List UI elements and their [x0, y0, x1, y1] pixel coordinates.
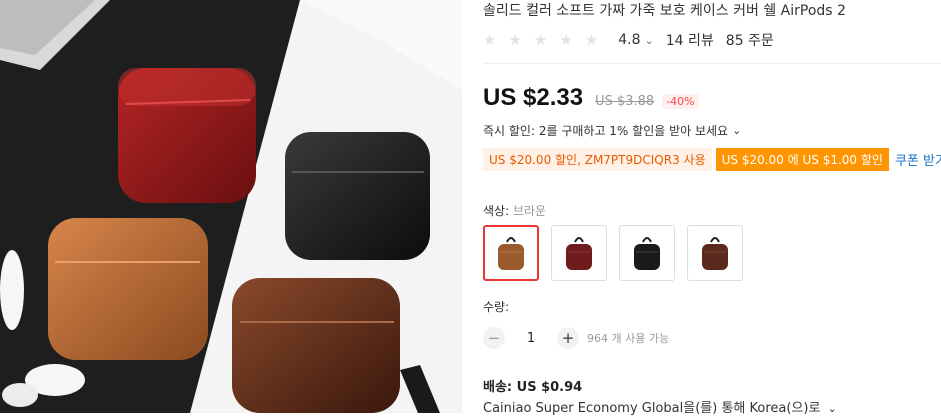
color-selected-value: 브라운	[512, 204, 547, 218]
case-thumbnail-icon	[634, 237, 660, 270]
product-photo-graphic	[0, 0, 462, 413]
available-quantity: 964 개 사용 가능	[587, 332, 670, 345]
star-icon: ★	[584, 31, 599, 49]
chevron-down-icon: ⌄	[732, 124, 742, 137]
coupon-row: US $20.00 할인, ZM7PT9DCIQR3 사용 US $20.00 …	[483, 148, 941, 171]
instant-discount[interactable]: 즉시 할인: 2를 구매하고 1% 할인을 받아 보세요 ⌄	[483, 122, 741, 139]
shipping-title: 배송: US $0.94	[483, 380, 583, 395]
star-icon: ★	[559, 31, 573, 49]
coupon-code-badge[interactable]: US $20.00 할인, ZM7PT9DCIQR3 사용	[483, 148, 712, 171]
product-info-panel: 솔리드 컬러 소프트 가짜 가죽 보호 케이스 커버 쉘 AirPods 2 ★…	[483, 0, 941, 416]
color-swatch-dark-brown[interactable]	[687, 225, 743, 281]
star-icon: ★	[483, 31, 497, 49]
divider	[483, 63, 941, 64]
case-thumbnail-icon	[498, 237, 524, 270]
discount-badge: -40%	[662, 94, 699, 109]
order-count: 85 주문	[725, 33, 774, 49]
instant-discount-text: 즉시 할인: 2를 구매하고 1% 할인을 받아 보세요	[483, 124, 729, 138]
original-price: US $3.88	[595, 94, 655, 109]
star-icon: ★	[533, 31, 548, 49]
product-image[interactable]	[0, 0, 462, 413]
chevron-down-icon[interactable]: ⌄	[645, 34, 654, 47]
get-coupon-link[interactable]: 쿠폰 받기	[895, 150, 941, 169]
color-swatch-black[interactable]	[619, 225, 675, 281]
star-rating[interactable]: ★ ★ ★ ★ ★	[483, 31, 610, 49]
case-thumbnail-icon	[702, 237, 728, 270]
case-thumbnail-icon	[566, 237, 592, 270]
color-swatch-wine-red[interactable]	[551, 225, 607, 281]
increase-quantity-button[interactable]: +	[557, 327, 579, 349]
quantity-value[interactable]: 1	[505, 331, 557, 346]
decrease-quantity-button[interactable]: −	[483, 327, 505, 349]
rating-value: 4.8	[618, 32, 641, 48]
quantity-stepper: − 1 + 964 개 사용 가능	[483, 327, 669, 349]
product-title: 솔리드 컬러 소프트 가짜 가죽 보호 케이스 커버 쉘 AirPods 2	[483, 3, 846, 19]
color-label-text: 색상:	[483, 204, 510, 218]
color-swatch-brown[interactable]	[483, 225, 539, 281]
chevron-down-icon: ⌄	[827, 402, 837, 415]
price-row: US $2.33 US $3.88 -40%	[483, 84, 699, 112]
quantity-label: 수량:	[483, 300, 510, 314]
review-count-link[interactable]: 14 리뷰	[666, 30, 714, 50]
rating-row: ★ ★ ★ ★ ★ 4.8 ⌄ 14 리뷰 85 주문	[483, 30, 786, 50]
color-label: 색상: 브라운	[483, 202, 546, 219]
shipping-method[interactable]: Cainiao Super Economy Global을(를) 통해 Kore…	[483, 397, 837, 416]
color-swatches	[483, 225, 755, 281]
current-price: US $2.33	[483, 84, 584, 111]
star-icon: ★	[508, 31, 522, 49]
shipping-method-text: Cainiao Super Economy Global을(를) 통해 Kore…	[483, 401, 821, 416]
store-coupon-badge[interactable]: US $20.00 에 US $1.00 할인	[715, 148, 889, 171]
